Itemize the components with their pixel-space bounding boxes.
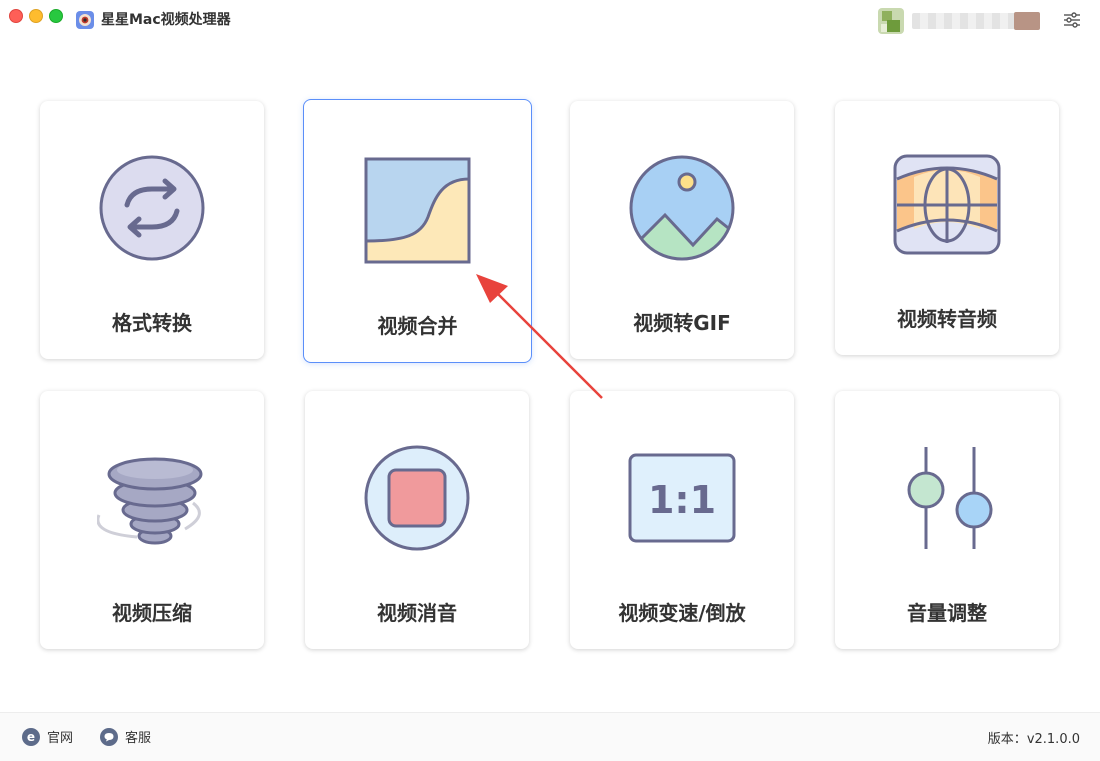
website-e-icon: e bbox=[22, 727, 40, 746]
gif-picture-icon bbox=[629, 155, 735, 261]
version-info: 版本：v2.1.0.0 bbox=[988, 728, 1080, 747]
tool-label: 视频转音频 bbox=[897, 307, 997, 331]
footer-bar: e 官网 客服 版本：v2.1.0.0 bbox=[0, 712, 1100, 761]
sliders-icon bbox=[907, 447, 993, 549]
official-website-label: 官网 bbox=[47, 731, 74, 746]
tool-card-video-compress[interactable]: 视频压缩 bbox=[40, 391, 264, 649]
tool-card-video-merge[interactable]: 视频合并 bbox=[303, 99, 532, 363]
tool-card-volume-adjust[interactable]: 音量调整 bbox=[835, 391, 1059, 649]
tool-card-format-convert[interactable]: 格式转换 bbox=[40, 101, 264, 359]
title-bar: 星星Mac视频处理器 bbox=[0, 0, 1100, 40]
tool-label: 视频变速/倒放 bbox=[618, 601, 746, 625]
tool-card-video-to-gif[interactable]: 视频转GIF bbox=[570, 101, 794, 359]
audio-globe-icon bbox=[893, 154, 1001, 255]
tool-card-video-to-audio[interactable]: 视频转音频 bbox=[835, 101, 1059, 355]
tool-label: 音量调整 bbox=[907, 601, 987, 625]
tool-label: 视频转GIF bbox=[633, 311, 731, 335]
tool-card-video-mute[interactable]: 视频消音 bbox=[305, 391, 529, 649]
settings-sliders-icon[interactable] bbox=[1062, 10, 1082, 30]
tool-label: 视频压缩 bbox=[112, 601, 192, 625]
minimize-window-button[interactable] bbox=[29, 9, 43, 23]
tool-card-video-speed-reverse[interactable]: 1:1 视频变速/倒放 bbox=[570, 391, 794, 649]
aspect-ratio-icon: 1:1 bbox=[628, 453, 736, 543]
tool-label: 视频合并 bbox=[377, 314, 458, 338]
tool-label: 视频消音 bbox=[377, 601, 457, 625]
version-label: 版本： bbox=[987, 732, 1027, 747]
version-value: v2.1.0.0 bbox=[1026, 732, 1080, 747]
user-avatar[interactable] bbox=[878, 8, 904, 34]
chat-bubble-icon bbox=[100, 727, 118, 746]
customer-service-link[interactable]: 客服 bbox=[100, 727, 151, 746]
tool-label: 格式转换 bbox=[112, 311, 192, 335]
refresh-icon bbox=[99, 155, 205, 261]
close-window-button[interactable] bbox=[9, 9, 23, 23]
app-title: 星星Mac视频处理器 bbox=[101, 12, 231, 28]
official-website-link[interactable]: e 官网 bbox=[22, 727, 73, 746]
tornado-icon bbox=[97, 457, 203, 545]
svg-text:e: e bbox=[27, 730, 35, 744]
customer-service-label: 客服 bbox=[125, 731, 152, 746]
user-name-blurred-end bbox=[1014, 12, 1040, 30]
maximize-window-button[interactable] bbox=[49, 9, 63, 23]
stop-icon bbox=[364, 445, 470, 551]
app-logo-icon bbox=[76, 11, 94, 29]
merge-icon bbox=[364, 157, 470, 264]
aspect-ratio-text: 1:1 bbox=[648, 478, 716, 522]
